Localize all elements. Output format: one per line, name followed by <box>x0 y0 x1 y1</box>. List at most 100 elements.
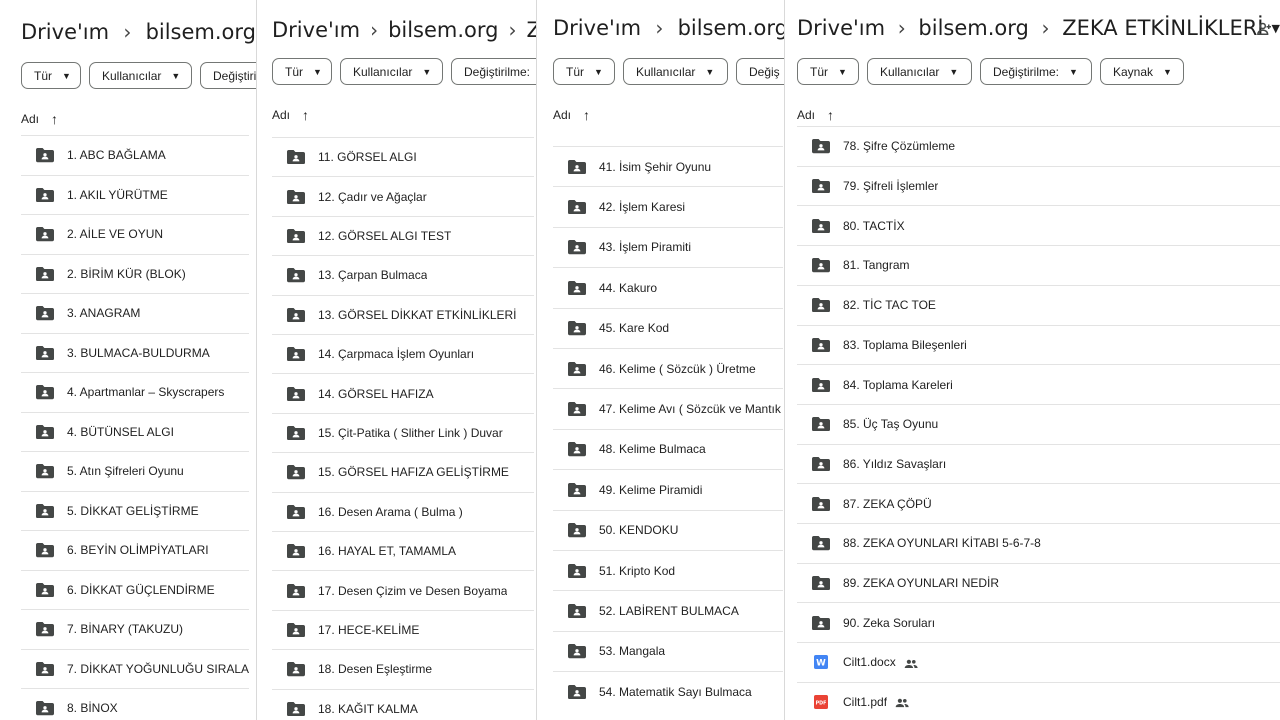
arrow-up-icon[interactable]: ↑ <box>51 111 58 127</box>
breadcrumb-bilsem[interactable]: bilsem.org <box>388 18 498 42</box>
list-item[interactable]: 2. BİRİM KÜR (BLOK) <box>21 253 249 294</box>
chevron-down-icon: ▼ <box>705 66 715 77</box>
column-header-name[interactable]: Adı ↑ <box>553 107 590 123</box>
list-item[interactable]: 1. ABC BAĞLAMA <box>21 135 249 175</box>
manage-access-icon[interactable] <box>1256 20 1274 38</box>
list-item[interactable]: 54. Matematik Sayı Bulmaca <box>553 671 783 711</box>
list-item[interactable]: 78. Şifre Çözümleme <box>797 126 1280 166</box>
list-item[interactable]: 46. Kelime ( Sözcük ) Üretme <box>553 348 783 388</box>
list-item[interactable]: W Cilt1.docx <box>797 642 1280 682</box>
list-item[interactable]: 87. ZEKA ÇÖPÜ <box>797 483 1280 523</box>
list-item[interactable]: 12. Çadır ve Ağaçlar <box>272 176 534 215</box>
shared-folder-icon <box>568 482 586 498</box>
list-item[interactable]: 11. GÖRSEL ALGI <box>272 137 534 176</box>
list-item[interactable]: 4. Apartmanlar – Skyscrapers <box>21 372 249 412</box>
list-item[interactable]: 13. Çarpan Bulmaca <box>272 255 534 294</box>
list-item[interactable]: 81. Tangram <box>797 245 1280 285</box>
list-item[interactable]: 14. Çarpmaca İşlem Oyunları <box>272 334 534 373</box>
breadcrumb-my-drive[interactable]: Drive'ım <box>553 16 641 40</box>
list-item[interactable]: 85. Üç Taş Oyunu <box>797 403 1280 444</box>
list-item[interactable]: 7. BİNARY (TAKUZU) <box>21 609 249 649</box>
filter-modified-button[interactable]: Değiş <box>736 58 788 85</box>
list-item[interactable]: 6. DİKKAT GÜÇLENDİRME <box>21 569 249 610</box>
list-item[interactable]: 7. DİKKAT YOĞUNLUĞU SIRALAMA <box>21 648 249 689</box>
filter-modified-button[interactable]: Değiştirilme: ▼ <box>980 58 1092 85</box>
list-item[interactable]: 2. AİLE VE OYUN <box>21 214 249 254</box>
arrow-up-icon[interactable]: ↑ <box>827 107 834 123</box>
list-item[interactable]: 6. BEYİN OLİMPİYATLARI <box>21 530 249 570</box>
list-item[interactable]: 17. Desen Çizim ve Desen Boyama <box>272 570 534 609</box>
list-item[interactable]: 80. TACTİX <box>797 205 1280 245</box>
list-item[interactable]: 49. Kelime Piramidi <box>553 469 783 509</box>
list-item[interactable]: 18. KAĞIT KALMA <box>272 688 534 720</box>
list-item[interactable]: 4. BÜTÜNSEL ALGI <box>21 411 249 452</box>
breadcrumb-my-drive[interactable]: Drive'ım <box>272 18 360 42</box>
list-item[interactable]: 43. İşlem Piramiti <box>553 226 783 267</box>
list-item[interactable]: PDF Cilt1.pdf <box>797 681 1280 720</box>
filter-users-button[interactable]: Kullanıcılar ▼ <box>89 62 192 89</box>
list-item[interactable]: 15. GÖRSEL HAFIZA GELİŞTİRME <box>272 452 534 491</box>
list-item[interactable]: 15. Çit-Patika ( Slither Link ) Duvar <box>272 412 534 452</box>
filter-modified-button[interactable]: Değiştirilme: <box>451 58 540 85</box>
list-item[interactable]: 50. KENDOKU <box>553 509 783 550</box>
list-item[interactable]: 17. HECE-KELİME <box>272 609 534 649</box>
list-item[interactable]: 16. HAYAL ET, TAMAMLA <box>272 531 534 570</box>
list-item[interactable]: 88. ZEKA OYUNLARI KİTABI 5-6-7-8 <box>797 523 1280 563</box>
list-item[interactable]: 16. Desen Arama ( Bulma ) <box>272 491 534 531</box>
breadcrumb: Drive'ım › bilsem.org <box>553 16 788 40</box>
filter-users-button[interactable]: Kullanıcılar ▼ <box>623 58 728 85</box>
filter-type-button[interactable]: Tür ▼ <box>21 62 81 89</box>
list-item[interactable]: 90. Zeka Soruları <box>797 602 1280 642</box>
list-item[interactable]: 18. Desen Eşleştirme <box>272 649 534 688</box>
list-item[interactable]: 5. DİKKAT GELİŞTİRME <box>21 490 249 531</box>
list-item[interactable]: 86. Yıldız Savaşları <box>797 443 1280 484</box>
filter-source-button[interactable]: Kaynak ▼ <box>1100 58 1184 85</box>
list-item-label: 14. GÖRSEL HAFIZA <box>318 386 434 401</box>
breadcrumb-bilsem[interactable]: bilsem.org <box>918 16 1028 40</box>
column-header-name[interactable]: Adı ↑ <box>272 107 309 123</box>
filter-type-button[interactable]: Tür ▼ <box>272 58 332 85</box>
filter-type-button[interactable]: Tür ▼ <box>797 58 859 85</box>
arrow-up-icon[interactable]: ↑ <box>583 107 590 123</box>
list-item[interactable]: 48. Kelime Bulmaca <box>553 428 783 469</box>
filter-type-button[interactable]: Tür ▼ <box>553 58 615 85</box>
column-header-name[interactable]: Adı ↑ <box>797 107 834 123</box>
column-header-name[interactable]: Adı ↑ <box>21 111 58 127</box>
list-item[interactable]: 79. Şifreli İşlemler <box>797 165 1280 206</box>
list-item[interactable]: 14. GÖRSEL HAFIZA <box>272 373 534 412</box>
breadcrumb-bilsem[interactable]: bilsem.org <box>146 20 256 44</box>
list-item[interactable]: 47. Kelime Avı ( Sözcük ve Mantık <box>553 388 783 428</box>
list-item[interactable]: 12. GÖRSEL ALGI TEST <box>272 215 534 255</box>
list-item[interactable]: 1. AKIL YÜRÜTME <box>21 174 249 215</box>
breadcrumb-bilsem[interactable]: bilsem.org <box>678 16 788 40</box>
list-item[interactable]: 83. Toplama Bileşenleri <box>797 324 1280 365</box>
list-item[interactable]: 82. TİC TAC TOE <box>797 284 1280 325</box>
list-item[interactable] <box>553 126 783 146</box>
list-item[interactable]: 51. Kripto Kod <box>553 550 783 590</box>
list-item-label: 87. ZEKA ÇÖPÜ <box>843 496 932 511</box>
list-item[interactable]: 44. Kakuro <box>553 267 783 307</box>
breadcrumb-my-drive[interactable]: Drive'ım <box>21 20 109 44</box>
list-item[interactable]: 52. LABİRENT BULMACA <box>553 590 783 630</box>
list-item[interactable]: 5. Atın Şifreleri Oyunu <box>21 451 249 491</box>
list-item[interactable]: 42. İşlem Karesi <box>553 186 783 226</box>
filter-users-button[interactable]: Kullanıcılar ▼ <box>867 58 972 85</box>
filter-modified-button[interactable]: Değiştirilme: <box>200 62 256 89</box>
list-item[interactable]: 3. BULMACA-BULDURMA <box>21 332 249 373</box>
list-item[interactable]: 41. İsim Şehir Oyunu <box>553 146 783 186</box>
list-item[interactable]: 3. ANAGRAM <box>21 293 249 333</box>
shared-folder-icon <box>812 576 830 591</box>
filter-users-button[interactable]: Kullanıcılar ▼ <box>340 58 443 85</box>
list-item[interactable]: 53. Mangala <box>553 630 783 671</box>
filter-modified-label: Değiştirilme: <box>464 64 531 79</box>
arrow-up-icon[interactable]: ↑ <box>302 107 309 123</box>
list-item[interactable]: 45. Kare Kod <box>553 307 783 348</box>
column-name-label: Adı <box>797 108 816 122</box>
shared-folder-icon <box>36 503 54 518</box>
list-item[interactable]: 89. ZEKA OYUNLARI NEDİR <box>797 562 1280 603</box>
list-item[interactable]: 84. Toplama Kareleri <box>797 364 1280 404</box>
breadcrumb-zeka-menu[interactable]: ZEKA ETKİNLİKLERİ ▼ <box>1062 16 1280 40</box>
list-item[interactable]: 13. GÖRSEL DİKKAT ETKİNLİKLERİ <box>272 294 534 334</box>
breadcrumb-my-drive[interactable]: Drive'ım <box>797 16 885 40</box>
list-item[interactable]: 8. BİNOX <box>21 688 249 720</box>
